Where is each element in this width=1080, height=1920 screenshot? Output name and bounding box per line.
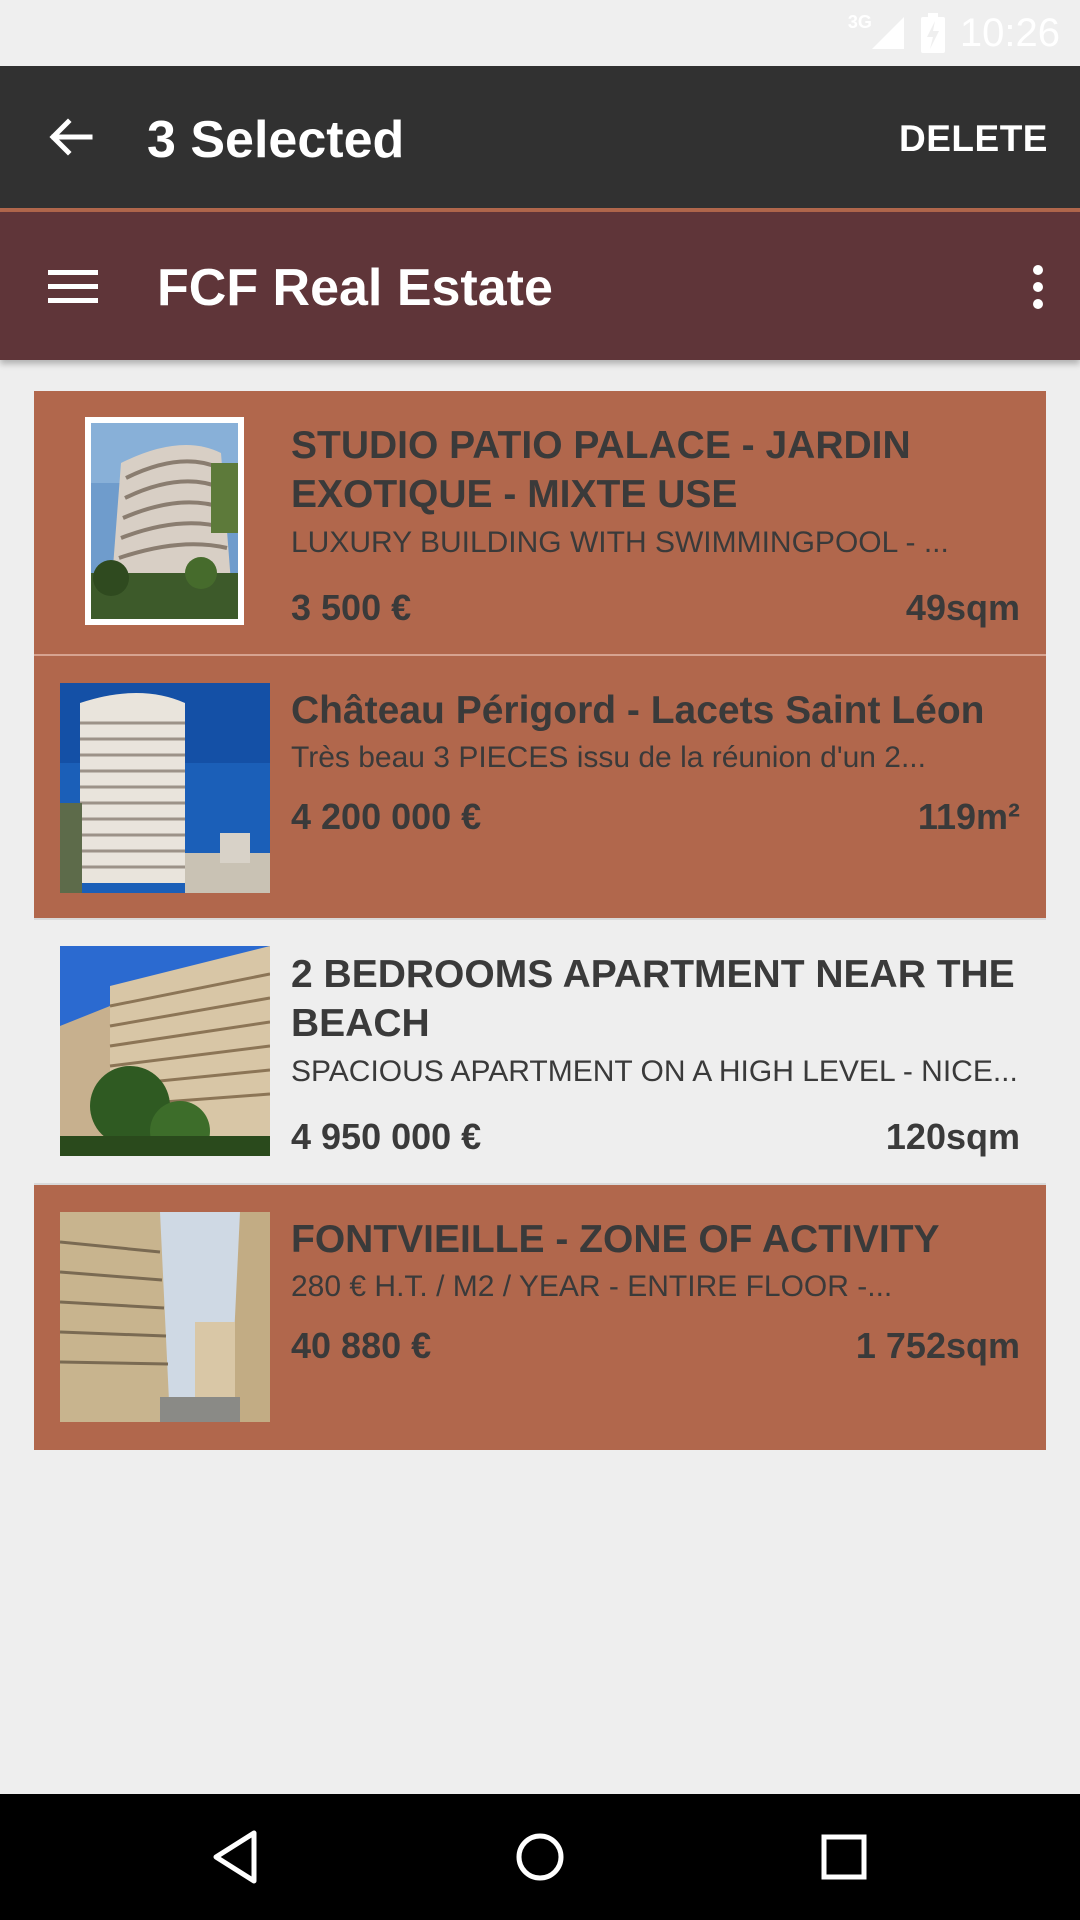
- overflow-menu-icon[interactable]: [1026, 264, 1050, 310]
- selection-count-title: 3 Selected: [147, 111, 405, 169]
- listing-card[interactable]: FONTVIEILLE - ZONE OF ACTIVITY 280 € H.T…: [34, 1185, 1046, 1450]
- system-navigation-bar: [0, 1794, 1080, 1920]
- listing-area: 1 752sqm: [855, 1325, 1020, 1366]
- listing-price: 3 500 €: [291, 587, 412, 628]
- listing-description: Très beau 3 PIECES issu de la réunion d'…: [291, 741, 926, 774]
- back-arrow-icon[interactable]: [46, 112, 96, 162]
- listing-price: 40 880 €: [291, 1325, 432, 1366]
- listing-area: 119m²: [917, 796, 1020, 837]
- status-icons: 3G 10:26: [848, 8, 1060, 58]
- listing-title: Château Périgord - Lacets Saint Léon: [291, 689, 985, 732]
- listing-description: LUXURY BUILDING WITH SWIMMINGPOOL - ...: [291, 526, 949, 559]
- listing-card[interactable]: 2 BEDROOMS APARTMENT NEAR THE BEACH SPAC…: [34, 920, 1046, 1183]
- hamburger-menu-icon[interactable]: [48, 266, 98, 306]
- listing-card[interactable]: Château Périgord - Lacets Saint Léon Trè…: [34, 656, 1046, 918]
- listing-title: FONTVIEILLE - ZONE OF ACTIVITY: [291, 1218, 940, 1261]
- listing-card[interactable]: STUDIO PATIO PALACE - JARDIN EXOTIQUE - …: [34, 391, 1046, 654]
- listing-thumbnail: [85, 417, 244, 625]
- battery-icon: [920, 13, 945, 53]
- listing-price: 4 950 000 €: [291, 1116, 482, 1157]
- building-photo: [60, 683, 270, 893]
- delete-button[interactable]: DELETE: [899, 118, 1048, 160]
- listing-title: 2 BEDROOMS APARTMENT NEAR THE BEACH: [291, 953, 1015, 1045]
- listing-description: 280 € H.T. / M2 / YEAR - ENTIRE FLOOR -.…: [291, 1270, 893, 1303]
- building-photo: [91, 423, 238, 619]
- app-toolbar: FCF Real Estate: [0, 212, 1080, 360]
- app-title: FCF Real Estate: [157, 259, 553, 317]
- listing-thumbnail: [60, 683, 270, 893]
- contextual-action-bar: 3 Selected DELETE: [0, 66, 1080, 208]
- clock: 10:26: [959, 10, 1060, 55]
- network-type-label: 3G: [847, 12, 872, 32]
- signal-icon: [871, 17, 904, 49]
- listing-thumbnail: [60, 1212, 270, 1422]
- status-bar: 3G 10:26: [0, 0, 1080, 66]
- listing-price: 4 200 000 €: [291, 796, 482, 837]
- listing-title: STUDIO PATIO PALACE - JARDIN EXOTIQUE - …: [291, 424, 911, 516]
- building-photo: [60, 946, 270, 1156]
- listing-thumbnail: [60, 946, 270, 1156]
- listing-area: 120sqm: [885, 1116, 1020, 1157]
- back-icon[interactable]: [206, 1827, 266, 1887]
- listing-area: 49sqm: [905, 587, 1020, 628]
- listing-description: SPACIOUS APARTMENT ON A HIGH LEVEL - NIC…: [291, 1055, 1018, 1088]
- home-icon[interactable]: [510, 1827, 570, 1887]
- building-photo: [60, 1212, 270, 1422]
- recents-icon[interactable]: [814, 1827, 874, 1887]
